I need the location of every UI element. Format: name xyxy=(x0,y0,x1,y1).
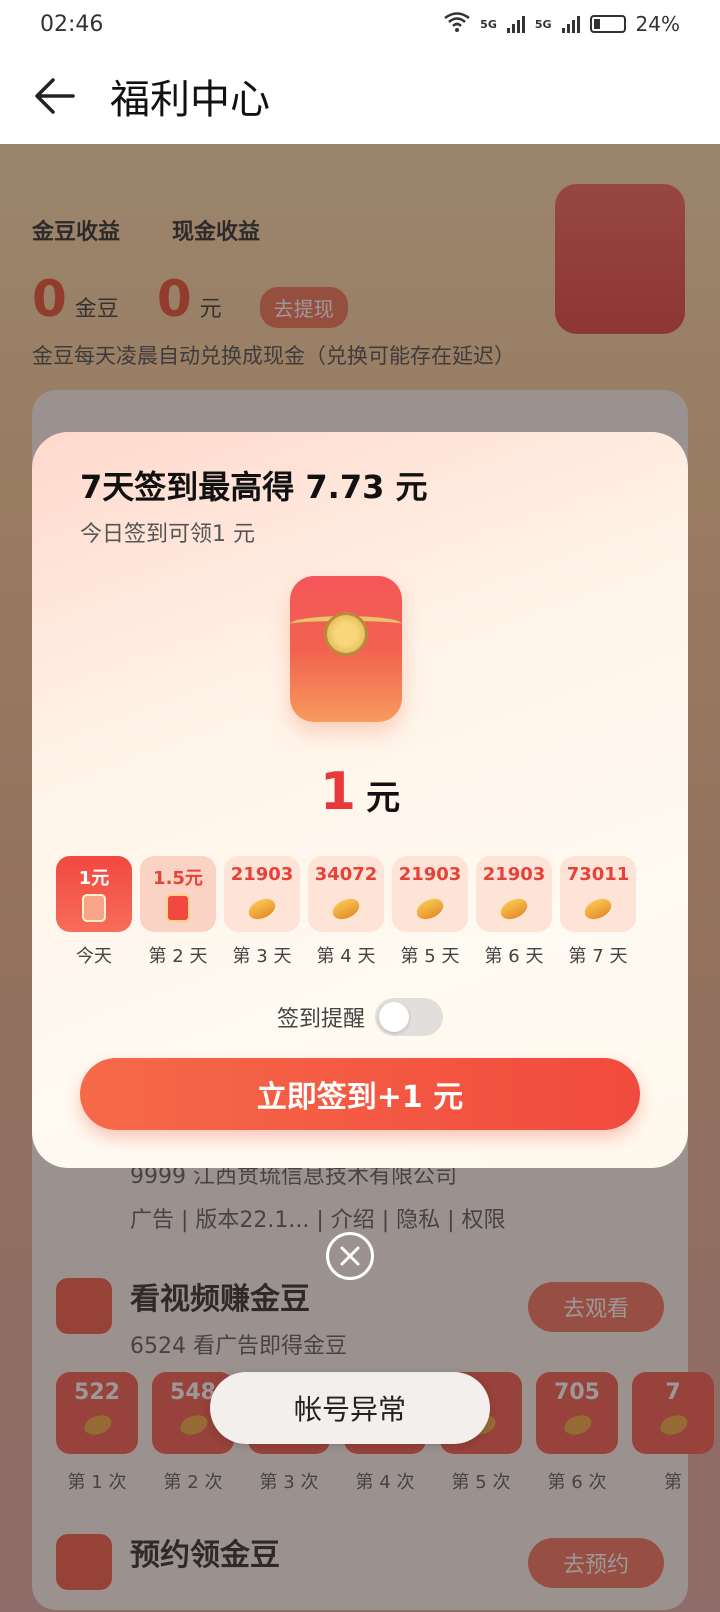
day-reward: 21903 xyxy=(230,864,294,885)
red-packet-icon xyxy=(82,894,106,922)
gold-bean-icon xyxy=(581,894,615,924)
signin-day-4: 34072 第 4 天 xyxy=(308,856,384,968)
day-label: 第 5 天 xyxy=(400,946,460,967)
back-arrow-icon xyxy=(35,78,75,114)
close-icon xyxy=(340,1246,360,1266)
signin-reminder: 签到提醒 xyxy=(32,998,688,1036)
day-reward: 34072 xyxy=(314,864,378,885)
toast-message: 帐号异常 xyxy=(210,1372,490,1444)
signal-icon-1 xyxy=(506,15,525,33)
day-label: 第 6 天 xyxy=(484,946,544,967)
reminder-label: 签到提醒 xyxy=(276,1007,365,1032)
day-label: 今天 xyxy=(76,946,112,967)
signin-day-1: 1元今天 xyxy=(56,856,132,968)
signin-day-5: 21903 第 5 天 xyxy=(392,856,468,968)
back-button[interactable] xyxy=(0,48,110,144)
signin-day-tile: 21903 xyxy=(392,856,468,932)
signin-day-6: 21903 第 6 天 xyxy=(476,856,552,968)
status-bar: 02:46 5G 5G 24% xyxy=(0,0,720,48)
reward-amount: 1元 xyxy=(32,762,688,822)
reminder-toggle[interactable] xyxy=(375,998,443,1036)
signin-day-tile: 73011 xyxy=(560,856,636,932)
network-type-2: 5G xyxy=(534,17,552,31)
day-reward: 1元 xyxy=(78,868,110,889)
reward-amount-unit: 元 xyxy=(366,778,401,818)
signin-day-2: 1.5元第 2 天 xyxy=(140,856,216,968)
day-reward: 1.5元 xyxy=(153,868,203,889)
day-reward: 73011 xyxy=(566,864,630,885)
day-label: 第 4 天 xyxy=(316,946,376,967)
gold-bean-icon xyxy=(497,894,531,924)
network-type-1: 5G xyxy=(480,17,497,31)
signin-day-tile: 1.5元 xyxy=(140,856,216,932)
gold-bean-icon xyxy=(413,894,447,924)
day-reward: 21903 xyxy=(482,864,546,885)
red-packet-icon xyxy=(290,576,402,722)
signin-dialog: 7天签到最高得 7.73 元 今日签到可领1 元 1元 1元 今天 1.5元第 2 … xyxy=(32,432,688,1168)
signin-day-tile: 1元 xyxy=(56,856,132,932)
day-reward: 21903 xyxy=(398,864,462,885)
close-dialog-button[interactable] xyxy=(326,1232,374,1280)
reward-amount-value: 1 xyxy=(319,762,357,822)
signin-button[interactable]: 立即签到+1 元 xyxy=(80,1058,640,1130)
signin-day-3: 21903 第 3 天 xyxy=(224,856,300,968)
signin-day-tile: 21903 xyxy=(224,856,300,932)
gold-bean-icon xyxy=(245,894,279,924)
seven-day-calendar: 1元 今天 1.5元第 2 天 21903 第 3 天 34072 第 4 天 21903 第 … xyxy=(56,856,636,968)
dialog-title: 7天签到最高得 7.73 元 xyxy=(80,468,428,506)
app-header: 福利中心 xyxy=(0,48,720,144)
gold-bean-icon xyxy=(329,894,363,924)
day-label: 第 2 天 xyxy=(148,946,208,967)
red-packet-icon xyxy=(166,894,190,922)
signin-day-7: 73011 第 7 天 xyxy=(560,856,636,968)
signal-icon-2 xyxy=(561,15,580,33)
status-time: 02:46 xyxy=(40,11,104,37)
page-title: 福利中心 xyxy=(110,77,270,123)
status-icons: 5G 5G 24% xyxy=(444,11,680,37)
signin-day-tile: 21903 xyxy=(476,856,552,932)
day-label: 第 3 天 xyxy=(232,946,292,967)
battery-icon xyxy=(589,15,626,33)
dialog-subtitle: 今日签到可领1 元 xyxy=(80,522,255,547)
battery-percent: 24% xyxy=(635,12,680,36)
day-label: 第 7 天 xyxy=(568,946,628,967)
wifi-icon xyxy=(444,11,470,37)
signin-day-tile: 34072 xyxy=(308,856,384,932)
